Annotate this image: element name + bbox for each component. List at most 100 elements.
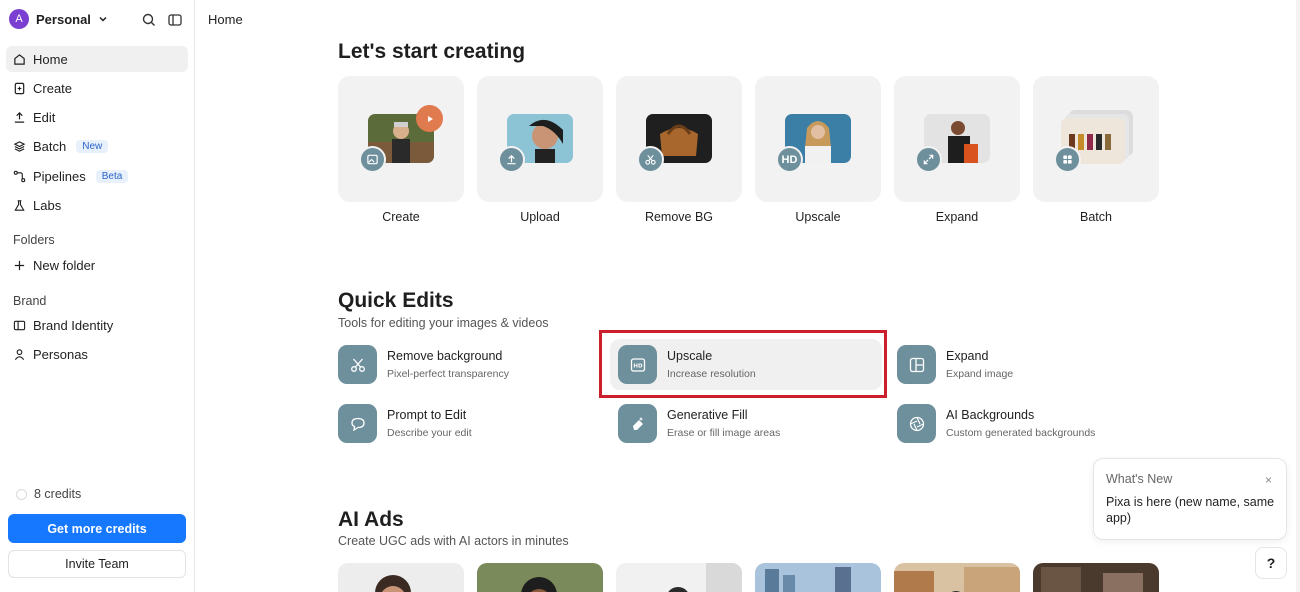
- card-remove-bg[interactable]: Remove BG: [616, 76, 742, 224]
- workspace-switcher[interactable]: A Personal: [9, 9, 108, 29]
- new-folder-label: New folder: [33, 258, 96, 273]
- ad-thumbnail[interactable]: [1033, 563, 1159, 592]
- quick-edit-title: AI Backgrounds: [946, 408, 1035, 422]
- quick-edit-prompt-to-edit[interactable]: Prompt to Edit Describe your edit: [338, 404, 472, 443]
- whats-new-body: Pixa is here (new name, same app): [1106, 495, 1275, 525]
- sidebar-item-home[interactable]: Home: [6, 46, 188, 72]
- card-remove-bg-tile: [616, 76, 742, 202]
- card-label: Upscale: [795, 210, 841, 224]
- ai-ads-row: [338, 563, 1159, 592]
- card-create[interactable]: Create: [338, 76, 464, 224]
- close-icon[interactable]: ×: [1265, 473, 1272, 487]
- scissors-icon: [338, 345, 377, 384]
- start-cards: Create Upload Remove BG HD Upscale Expan…: [338, 76, 1159, 224]
- brand-identity-icon: [13, 320, 26, 331]
- ai-ads-title: AI Ads: [338, 508, 404, 531]
- workspace-name: Personal: [36, 11, 91, 27]
- brand-identity-label: Brand Identity: [33, 318, 114, 333]
- chat-bubble-icon: [338, 404, 377, 443]
- sidebar-item-labs[interactable]: Labs: [6, 192, 188, 218]
- pipelines-icon: [13, 170, 26, 182]
- create-icon: [14, 82, 25, 95]
- ad-thumbnail[interactable]: [338, 563, 464, 592]
- sidebar-nav: Home Create Edit Batch New Pipelines Bet…: [6, 46, 188, 222]
- quick-edit-desc: Custom generated backgrounds: [946, 427, 1096, 439]
- beta-badge: Beta: [95, 169, 129, 183]
- image-icon: [359, 146, 386, 173]
- svg-text:HD: HD: [633, 363, 643, 369]
- card-upload-tile: [477, 76, 603, 202]
- sidebar-item-label: Batch: [33, 139, 67, 155]
- start-creating-title: Let's start creating: [338, 40, 526, 63]
- sidebar-item-label: Labs: [33, 197, 62, 213]
- sidebar-item-batch[interactable]: Batch New: [6, 134, 188, 160]
- chevron-down-icon: [99, 16, 107, 22]
- get-more-credits-button[interactable]: Get more credits: [8, 514, 186, 543]
- new-badge: New: [76, 140, 109, 154]
- invite-team-button[interactable]: Invite Team: [8, 550, 186, 578]
- quick-edit-desc: Increase resolution: [667, 368, 756, 380]
- ai-ads-subtitle: Create UGC ads with AI actors in minutes: [338, 534, 569, 548]
- quick-edit-generative-fill[interactable]: Generative Fill Erase or fill image areas: [618, 404, 780, 443]
- folders-heading: Folders: [13, 233, 55, 247]
- avatar: A: [9, 9, 29, 29]
- card-label: Batch: [1080, 210, 1112, 224]
- layers-icon: [13, 141, 26, 153]
- card-upload[interactable]: Upload: [477, 76, 603, 224]
- sidebar-item-pipelines[interactable]: Pipelines Beta: [6, 163, 188, 189]
- sidebar: A Personal Home Create Edit Batch New Pi…: [0, 0, 195, 592]
- quick-edit-title: Prompt to Edit: [387, 408, 467, 422]
- whats-new-popup: What's New × Pixa is here (new name, sam…: [1093, 458, 1287, 540]
- whats-new-title: What's New: [1106, 472, 1173, 486]
- expand-layout-icon: [897, 345, 936, 384]
- quick-edit-ai-backgrounds[interactable]: AI Backgrounds Custom generated backgroun…: [897, 404, 1095, 443]
- expand-icon: [915, 146, 942, 173]
- personas-link[interactable]: Personas: [13, 347, 88, 362]
- quick-edit-title: Generative Fill: [667, 408, 748, 422]
- brand-heading: Brand: [13, 294, 47, 308]
- ad-thumbnail[interactable]: [894, 563, 1020, 592]
- quick-edit-desc: Erase or fill image areas: [667, 427, 781, 439]
- card-label: Create: [382, 210, 420, 224]
- ad-thumbnail[interactable]: [477, 563, 603, 592]
- sidebar-item-edit[interactable]: Edit: [6, 105, 188, 131]
- scissors-icon: [637, 146, 664, 173]
- card-upscale-tile: HD: [755, 76, 881, 202]
- card-expand[interactable]: Expand: [894, 76, 1020, 224]
- quick-edits-subtitle: Tools for editing your images & videos: [338, 316, 549, 330]
- play-icon: [416, 105, 443, 132]
- quick-edit-title: Upscale: [667, 349, 713, 363]
- personas-label: Personas: [33, 347, 88, 362]
- quick-edit-title: Remove background: [387, 349, 503, 363]
- new-folder-button[interactable]: New folder: [13, 258, 95, 273]
- sidebar-item-label: Edit: [33, 110, 56, 126]
- search-icon[interactable]: [141, 12, 157, 28]
- quick-edit-expand[interactable]: Expand Expand image: [897, 345, 1013, 384]
- sidebar-item-label: Pipelines: [33, 168, 86, 184]
- help-button[interactable]: ?: [1255, 547, 1287, 579]
- scrollbar[interactable]: [1296, 0, 1300, 592]
- sidebar-item-label: Home: [33, 51, 68, 67]
- brand-identity-link[interactable]: Brand Identity: [13, 318, 113, 333]
- eraser-icon: [618, 404, 657, 443]
- person-icon: [14, 349, 25, 360]
- ad-thumbnail[interactable]: [616, 563, 742, 592]
- card-create-tile: [338, 76, 464, 202]
- upload-icon: [498, 146, 525, 173]
- sidebar-item-label: Create: [33, 80, 73, 96]
- sidebar-toggle-icon[interactable]: [167, 12, 183, 28]
- sidebar-item-create[interactable]: Create: [6, 75, 188, 101]
- ad-thumbnail[interactable]: [755, 563, 881, 592]
- quick-edit-desc: Pixel-perfect transparency: [387, 368, 509, 380]
- quick-edit-remove-background[interactable]: Remove background Pixel-perfect transpare…: [338, 345, 509, 384]
- quick-edit-upscale[interactable]: HD Upscale Increase resolution: [610, 339, 882, 390]
- card-upscale[interactable]: HD Upscale: [755, 76, 881, 224]
- card-batch-tile: [1033, 76, 1159, 202]
- edit-icon: [14, 112, 25, 123]
- credits-indicator: 8 credits: [16, 487, 81, 501]
- card-batch[interactable]: Batch: [1033, 76, 1159, 224]
- hd-badge: HD: [776, 146, 803, 173]
- card-label: Upload: [520, 210, 560, 224]
- quick-edit-desc: Describe your edit: [387, 427, 472, 439]
- quick-edit-title: Expand: [946, 349, 989, 363]
